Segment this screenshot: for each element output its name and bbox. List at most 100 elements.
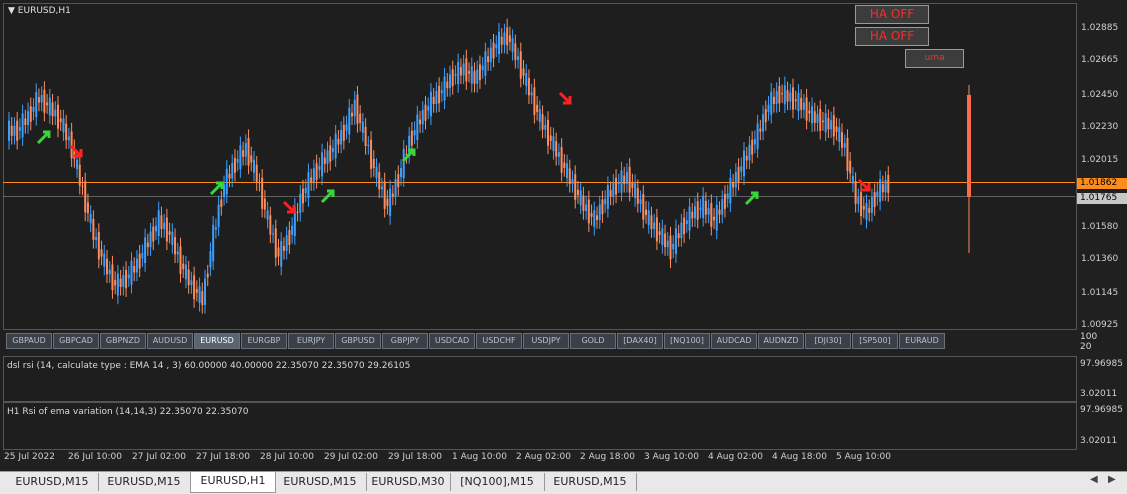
symbol-tab[interactable]: USDJPY <box>523 333 569 349</box>
rsi-ema-scale-bottom: 3.02011 <box>1080 436 1118 446</box>
candle-body <box>596 215 598 221</box>
chart-window-tab[interactable]: EURUSD,M15 <box>98 473 191 491</box>
symbol-tab[interactable]: GBPNZD <box>100 333 146 349</box>
candle-body <box>514 43 517 60</box>
candle-body <box>141 252 144 259</box>
candle-body <box>356 94 359 124</box>
candle-body <box>653 222 656 230</box>
scroll-left-icon[interactable]: ◀ <box>1090 474 1098 485</box>
chart-window-tab[interactable]: EURUSD,M15 <box>6 473 99 491</box>
candle-body <box>851 175 854 184</box>
symbol-tab[interactable]: [NQ100] <box>664 333 710 349</box>
candle-body <box>342 124 345 141</box>
uma-button[interactable]: uma <box>905 49 964 68</box>
candle-body <box>647 210 650 226</box>
candle-body <box>103 253 106 267</box>
symbol-tab[interactable]: EURJPY <box>288 333 334 349</box>
chart-window-tab[interactable]: [NQ100],M15 <box>450 473 545 491</box>
ha-off-button-1[interactable]: HA OFF <box>855 5 929 24</box>
candle-body <box>331 148 334 152</box>
candle-body <box>786 90 789 102</box>
candle-body <box>440 90 443 94</box>
candle-body <box>214 227 217 230</box>
candle-body <box>579 190 582 206</box>
candle-body <box>100 249 103 257</box>
candle-body <box>593 210 596 227</box>
candle-body <box>51 102 54 117</box>
candle-body <box>604 198 607 205</box>
candle-body <box>228 173 231 179</box>
candle-body <box>688 206 691 231</box>
candle-body <box>729 177 732 204</box>
candle-body <box>285 235 288 251</box>
candle-body <box>664 233 667 248</box>
dsl-rsi-scale-bottom: 3.02011 <box>1080 389 1118 399</box>
symbol-tab[interactable]: AUDNZD <box>758 333 804 349</box>
candle-body <box>870 197 873 213</box>
price-tick: 1.00925 <box>1081 320 1119 330</box>
symbol-tab[interactable]: [DAX40] <box>617 333 663 349</box>
candle-body <box>18 127 21 131</box>
candle-body <box>492 42 495 59</box>
symbol-title-text: EURUSD,H1 <box>17 6 71 16</box>
price-tick: 1.02015 <box>1081 155 1119 165</box>
symbol-tab[interactable]: USDCAD <box>429 333 475 349</box>
candle-body <box>375 166 378 179</box>
chart-window-tab[interactable]: EURUSD,H1 <box>190 472 276 493</box>
candle-body <box>111 264 114 291</box>
candle-body <box>484 51 487 76</box>
candle-body <box>481 65 484 71</box>
candle-body <box>299 193 302 213</box>
dropdown-triangle-icon[interactable]: ▼ <box>8 6 15 16</box>
symbol-tab[interactable]: EURGBP <box>241 333 287 349</box>
scroll-right-icon[interactable]: ▶ <box>1108 474 1116 485</box>
candle-body <box>416 114 419 141</box>
candle-body <box>478 64 481 81</box>
ha-off-button-2[interactable]: HA OFF <box>855 27 929 46</box>
time-label: 27 Jul 18:00 <box>196 452 250 462</box>
chart-window-tab[interactable]: EURUSD,M30 <box>366 473 451 491</box>
candle-body <box>849 160 852 174</box>
candle-body <box>636 188 639 204</box>
symbol-tab[interactable]: GBPCAD <box>53 333 99 349</box>
symbol-tab[interactable]: GBPUSD <box>335 333 381 349</box>
candle-body <box>615 177 618 195</box>
candle-body <box>459 67 462 76</box>
buy-arrow-icon <box>209 181 224 196</box>
symbol-tab[interactable]: GBPJPY <box>382 333 428 349</box>
time-label: 29 Jul 18:00 <box>388 452 442 462</box>
candle-body <box>549 135 552 141</box>
symbol-title[interactable]: ▼ EURUSD,H1 <box>8 6 71 16</box>
candle-body <box>527 78 530 96</box>
symbol-tab[interactable]: USDCHF <box>476 333 522 349</box>
candle-body <box>658 231 661 235</box>
candle-body <box>495 44 498 49</box>
symbol-tab[interactable]: GOLD <box>570 333 616 349</box>
symbol-tab[interactable]: AUDUSD <box>147 333 193 349</box>
symbol-tab[interactable]: GBPAUD <box>6 333 52 349</box>
candle-body <box>503 32 506 45</box>
symbol-tab[interactable]: AUDCAD <box>711 333 757 349</box>
symbol-tab[interactable]: [DJI30] <box>805 333 851 349</box>
candle-body <box>272 233 275 235</box>
candle-body <box>522 68 525 76</box>
candle-body <box>650 215 653 230</box>
candle-body <box>770 91 773 115</box>
chart-window-tab[interactable]: EURUSD,M15 <box>544 473 637 491</box>
candle-body <box>862 205 865 210</box>
candle-body <box>710 203 713 227</box>
chart-window-tab[interactable]: EURUSD,M15 <box>274 473 367 491</box>
symbol-tab[interactable]: [SP500] <box>852 333 898 349</box>
candle-body <box>247 138 250 166</box>
symbol-tab[interactable]: EURUSD <box>194 333 240 349</box>
candle-body <box>277 247 280 257</box>
candle-body <box>598 204 601 221</box>
candle-body <box>348 107 351 135</box>
candle-body <box>43 89 46 113</box>
price-scale[interactable]: 1.02885 1.02665 1.02450 1.02230 1.02015 … <box>1076 3 1127 330</box>
candle-body <box>282 246 285 251</box>
candle-body <box>78 164 81 186</box>
candle-body <box>832 115 835 137</box>
candle-body <box>37 97 40 103</box>
symbol-tab[interactable]: EURAUD <box>899 333 945 349</box>
